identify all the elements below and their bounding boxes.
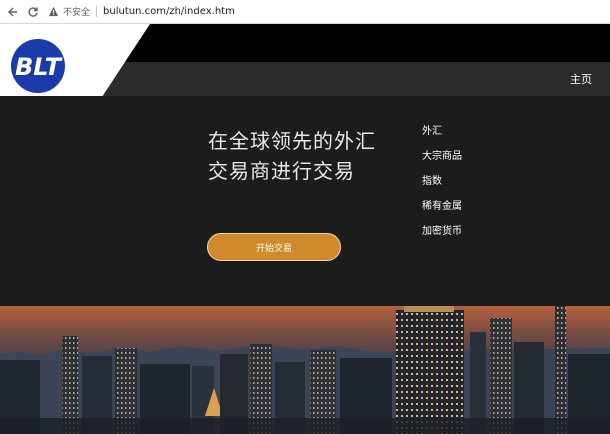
market-menu: 外汇 大宗商品 指数 稀有金属 加密货币 (422, 126, 462, 251)
logo[interactable]: BLT (0, 24, 150, 106)
url-field[interactable]: bulutun.com/zh/index.htm (103, 6, 235, 17)
logo-text: BLT (15, 53, 63, 81)
city-skyline-image (0, 306, 610, 434)
reload-icon[interactable] (26, 5, 40, 19)
hero-section: 在全球领先的外汇交易商进行交易 开始交易 外汇 大宗商品 指数 稀有金属 加密货… (0, 96, 610, 306)
page: 不安全 bulutun.com/zh/index.htm 主页 BLT 在全球领… (0, 0, 610, 434)
address-divider (96, 6, 98, 17)
security-indicator[interactable]: 不安全 (48, 5, 90, 18)
nav-home-link[interactable]: 主页 (570, 71, 592, 87)
browser-address-bar: 不安全 bulutun.com/zh/index.htm (0, 0, 610, 24)
back-icon[interactable] (6, 5, 20, 19)
hero-headline: 在全球领先的外汇交易商进行交易 (208, 129, 376, 183)
menu-item-commodities[interactable]: 大宗商品 (422, 151, 462, 163)
menu-item-forex[interactable]: 外汇 (422, 126, 462, 138)
security-label: 不安全 (63, 8, 91, 18)
menu-item-precious-metals[interactable]: 稀有金属 (422, 201, 462, 213)
start-trading-button[interactable]: 开始交易 (207, 233, 341, 261)
menu-item-indices[interactable]: 指数 (422, 176, 462, 188)
warning-icon (48, 6, 59, 17)
menu-item-crypto[interactable]: 加密货币 (422, 226, 462, 238)
